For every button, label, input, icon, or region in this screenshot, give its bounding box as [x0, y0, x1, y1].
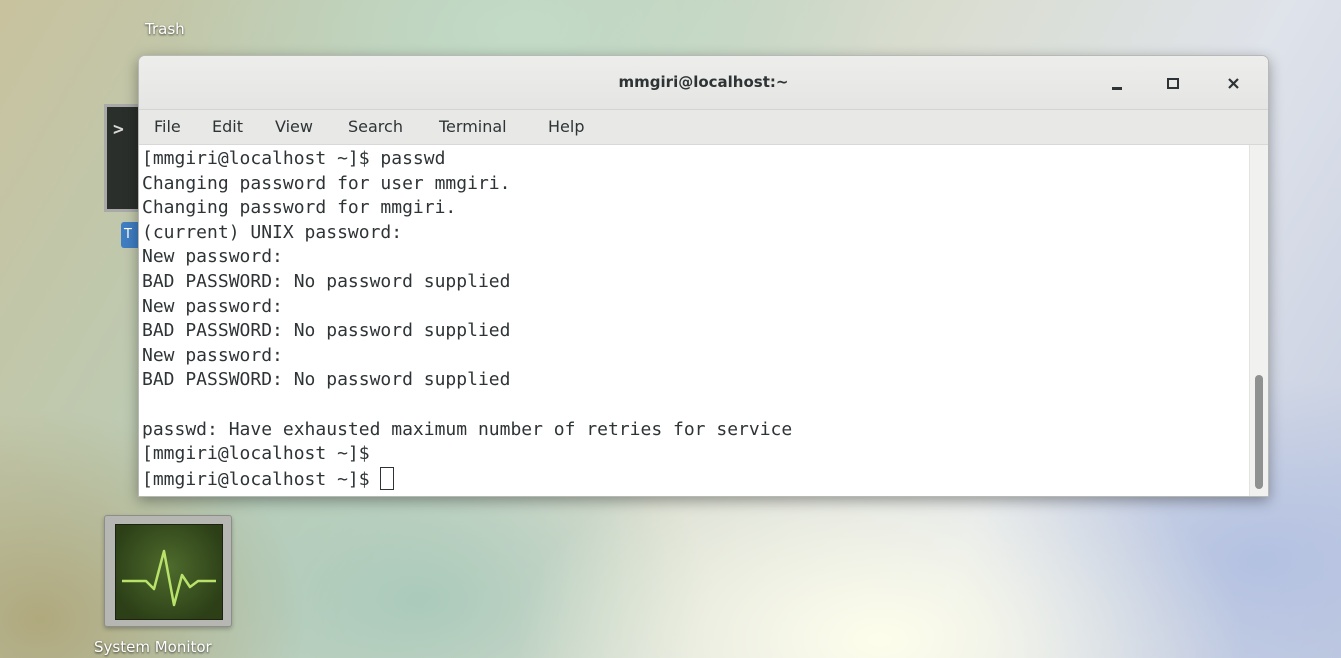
terminal-line: [mmgiri@localhost ~]$ passwd — [142, 148, 446, 169]
menu-bar: File Edit View Search Terminal Help — [139, 110, 1268, 145]
terminal-line: Changing password for mmgiri. — [142, 197, 457, 219]
window-titlebar[interactable]: mmgiri@localhost:~ — [139, 56, 1268, 110]
close-button[interactable] — [1218, 68, 1248, 98]
system-monitor-desktop-label[interactable]: System Monitor — [94, 638, 212, 656]
terminal-prompt-line: [mmgiri@localhost ~]$ — [142, 466, 1249, 492]
trash-desktop-label[interactable]: Trash — [145, 20, 185, 38]
scrollbar-thumb[interactable] — [1255, 375, 1263, 489]
terminal-line: BAD PASSWORD: No password supplied — [142, 369, 511, 391]
menu-help[interactable]: Help — [545, 110, 587, 144]
terminal-desktop-label[interactable]: T — [121, 222, 139, 248]
close-icon — [1227, 77, 1239, 89]
minimize-icon — [1112, 86, 1122, 90]
terminal-line: BAD PASSWORD: No password supplied — [142, 270, 511, 292]
terminal-output[interactable]: [mmgiri@localhost ~]$ passwd Changing pa… — [139, 145, 1249, 496]
terminal-line: Changing password for user mmgiri. — [142, 172, 511, 194]
menu-edit[interactable]: Edit — [209, 110, 246, 144]
menu-file[interactable]: File — [151, 110, 184, 144]
terminal-line: New password: — [142, 246, 283, 268]
terminal-line: New password: — [142, 344, 283, 366]
menu-view[interactable]: View — [272, 110, 316, 144]
heartbeat-graph-icon — [122, 549, 216, 607]
terminal-line: passwd: Have exhausted maximum number of… — [142, 418, 793, 440]
terminal-scrollbar[interactable] — [1249, 145, 1268, 496]
menu-terminal[interactable]: Terminal — [436, 110, 510, 144]
system-monitor-icon-screen — [115, 524, 223, 620]
maximize-button[interactable] — [1158, 68, 1188, 98]
terminal-line: (current) UNIX password: — [142, 221, 403, 243]
terminal-prompt: [mmgiri@localhost ~]$ — [142, 468, 381, 490]
terminal-desktop-icon-prompt: > — [113, 119, 124, 140]
terminal-line: BAD PASSWORD: No password supplied — [142, 320, 511, 342]
system-monitor-desktop-icon[interactable] — [104, 515, 232, 627]
minimize-button[interactable] — [1102, 68, 1132, 98]
menu-search[interactable]: Search — [345, 110, 406, 144]
window-title: mmgiri@localhost:~ — [618, 73, 789, 91]
terminal-line: [mmgiri@localhost ~]$ — [142, 443, 370, 465]
terminal-line: New password: — [142, 295, 283, 317]
terminal-cursor — [380, 466, 395, 490]
terminal-window: mmgiri@localhost:~ File Edit View Search… — [138, 55, 1269, 497]
maximize-icon — [1167, 77, 1179, 89]
